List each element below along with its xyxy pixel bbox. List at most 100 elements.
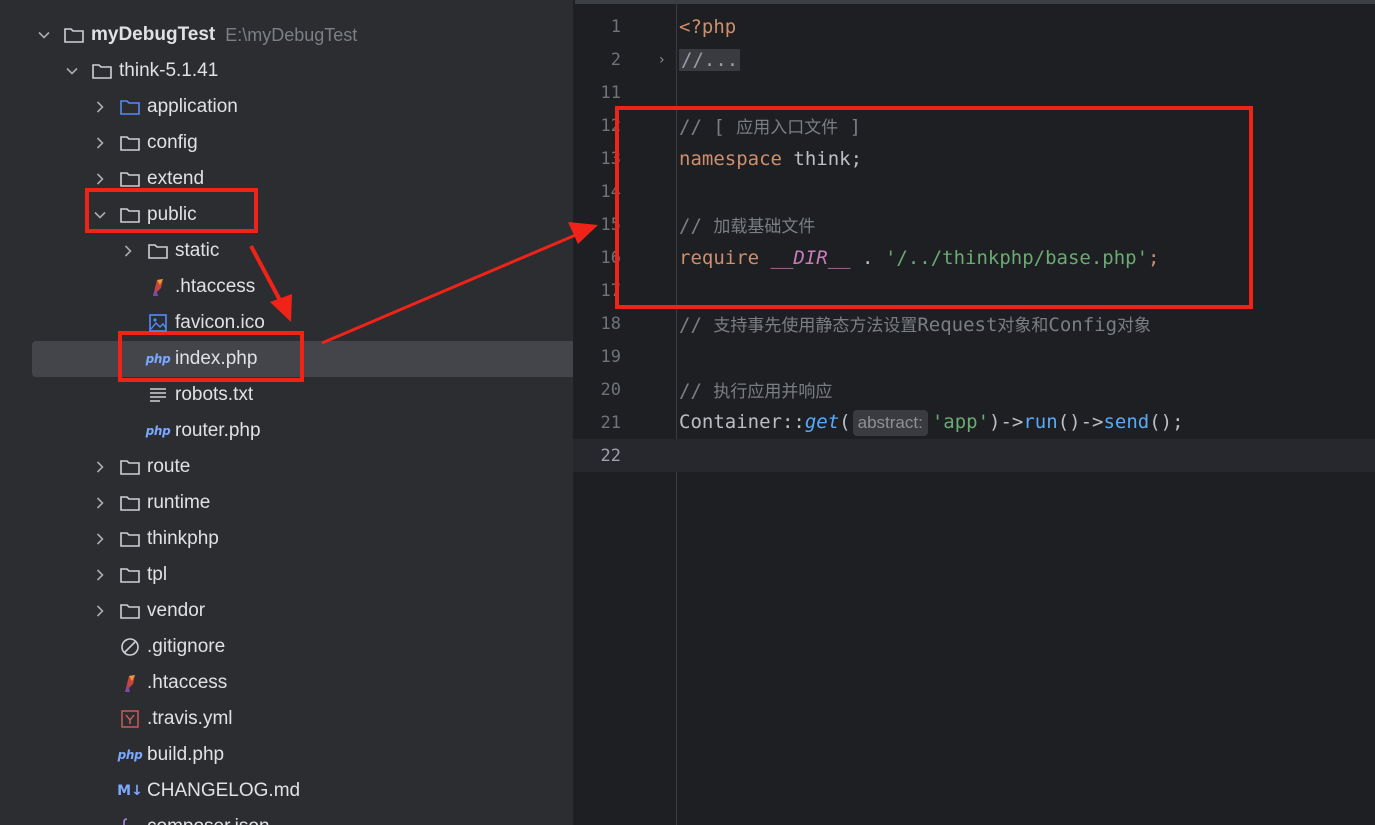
tree-item-runtime[interactable]: runtime bbox=[0, 485, 573, 521]
tree-item-router-php[interactable]: php router.php bbox=[0, 413, 573, 449]
php-file-icon: php bbox=[145, 352, 171, 366]
tree-item-label: robots.txt bbox=[175, 384, 254, 405]
chevron-right-icon[interactable] bbox=[90, 485, 110, 521]
ignore-file-icon bbox=[118, 635, 142, 659]
code-text: Container::get(abstract:'app')->run()->s… bbox=[679, 409, 1184, 436]
code-text: // 执行应用并响应 bbox=[679, 380, 833, 402]
php-file-icon: php bbox=[145, 424, 171, 438]
tree-item-composer[interactable]: composer.json bbox=[0, 809, 573, 825]
tree-item-label: route bbox=[147, 456, 191, 477]
chevron-right-icon[interactable] bbox=[90, 161, 110, 197]
code-text: <?php bbox=[679, 15, 737, 38]
code-line[interactable]: 1 <?php bbox=[573, 10, 1375, 43]
tree-item-static[interactable]: static bbox=[0, 233, 573, 269]
tree-item-tpl[interactable]: tpl bbox=[0, 557, 573, 593]
project-tree: myDebugTest E:\myDebugTest think-5.1.41 … bbox=[0, 0, 573, 825]
line-number: 12 bbox=[600, 115, 621, 136]
tree-item-label: build.php bbox=[147, 744, 225, 765]
chevron-right-icon[interactable] bbox=[90, 449, 110, 485]
line-number: 22 bbox=[600, 445, 621, 466]
tree-item-application[interactable]: application bbox=[0, 89, 573, 125]
tree-root-item[interactable]: myDebugTest E:\myDebugTest bbox=[0, 17, 573, 53]
fold-expand-icon[interactable]: › bbox=[659, 52, 665, 68]
folder-icon bbox=[118, 131, 142, 155]
tree-item-travis[interactable]: .travis.yml bbox=[0, 701, 573, 737]
tree-item-vendor[interactable]: vendor bbox=[0, 593, 573, 629]
folder-icon bbox=[146, 239, 170, 263]
tree-item-thinkphp[interactable]: thinkphp bbox=[0, 521, 573, 557]
json-file-icon bbox=[118, 815, 142, 825]
folder-icon bbox=[118, 599, 142, 623]
line-number: 15 bbox=[600, 214, 621, 235]
code-line[interactable]: 2 › //... bbox=[573, 43, 1375, 76]
tree-item-htaccess-root[interactable]: .htaccess bbox=[0, 665, 573, 701]
folder-icon bbox=[90, 59, 114, 83]
folded-region: //... bbox=[679, 48, 741, 71]
tree-item-label: CHANGELOG.md bbox=[147, 780, 301, 801]
tree-item-gitignore[interactable]: .gitignore bbox=[0, 629, 573, 665]
chevron-right-icon[interactable] bbox=[90, 557, 110, 593]
tree-item-build-php[interactable]: php build.php bbox=[0, 737, 573, 773]
chevron-right-icon[interactable] bbox=[90, 593, 110, 629]
folder-icon bbox=[118, 203, 142, 227]
chevron-right-icon[interactable] bbox=[90, 521, 110, 557]
code-line[interactable]: 21 Container::get(abstract:'app')->run()… bbox=[573, 406, 1375, 439]
chevron-right-icon[interactable] bbox=[90, 89, 110, 125]
code-line[interactable]: 19 bbox=[573, 340, 1375, 373]
image-file-icon bbox=[146, 311, 170, 335]
code-line[interactable]: 20 // 执行应用并响应 bbox=[573, 373, 1375, 406]
folder-icon bbox=[118, 167, 142, 191]
folder-icon bbox=[118, 491, 142, 515]
tree-item-label: composer.json bbox=[147, 816, 270, 825]
tree-item-label: static bbox=[175, 240, 220, 261]
folder-icon bbox=[62, 23, 86, 47]
line-number: 13 bbox=[600, 148, 621, 169]
code-text: // 支持事先使用静态方法设置Request对象和Config对象 bbox=[679, 314, 1152, 336]
tree-item-changelog[interactable]: M↓ CHANGELOG.md bbox=[0, 773, 573, 809]
line-number: 20 bbox=[600, 379, 621, 400]
code-line[interactable]: 11 bbox=[573, 76, 1375, 109]
highlight-box-code bbox=[615, 106, 1253, 309]
chevron-down-icon[interactable] bbox=[62, 53, 82, 89]
tree-item-label: public bbox=[147, 204, 197, 225]
tree-item-label: thinkphp bbox=[147, 528, 219, 549]
tree-item-htaccess-public[interactable]: .htaccess bbox=[0, 269, 573, 305]
chevron-right-icon[interactable] bbox=[90, 125, 110, 161]
line-number: 11 bbox=[600, 82, 621, 103]
folder-icon bbox=[118, 455, 142, 479]
folder-icon bbox=[118, 563, 142, 587]
line-number: 2 bbox=[610, 49, 621, 70]
tree-item-label: .htaccess bbox=[175, 276, 256, 297]
chevron-right-icon[interactable] bbox=[118, 233, 138, 269]
tree-item-label: .htaccess bbox=[147, 672, 228, 693]
tree-item-label: extend bbox=[147, 168, 205, 189]
code-line[interactable]: 18 // 支持事先使用静态方法设置Request对象和Config对象 bbox=[573, 307, 1375, 340]
folder-icon bbox=[118, 527, 142, 551]
line-number: 16 bbox=[600, 247, 621, 268]
code-line-current[interactable]: 22 bbox=[573, 439, 1375, 472]
tree-item-label: think-5.1.41 bbox=[119, 60, 219, 81]
line-number: 14 bbox=[600, 181, 621, 202]
tree-item-robots[interactable]: robots.txt bbox=[0, 377, 573, 413]
line-number: 18 bbox=[600, 313, 621, 334]
php-file-icon: php bbox=[117, 748, 143, 762]
tree-item-think[interactable]: think-5.1.41 bbox=[0, 53, 573, 89]
editor-tab-strip bbox=[575, 0, 1375, 4]
line-number: 21 bbox=[600, 412, 621, 433]
tree-item-label: index.php bbox=[175, 348, 258, 369]
tree-item-config[interactable]: config bbox=[0, 125, 573, 161]
tree-item-label: vendor bbox=[147, 600, 206, 621]
parameter-hint: abstract: bbox=[852, 409, 928, 436]
apache-feather-icon bbox=[118, 671, 142, 695]
line-number: 1 bbox=[610, 16, 621, 37]
line-number: 19 bbox=[600, 346, 621, 367]
code-text: //... bbox=[679, 48, 741, 71]
source-folder-icon bbox=[118, 95, 142, 119]
line-number: 17 bbox=[600, 280, 621, 301]
tree-item-route[interactable]: route bbox=[0, 449, 573, 485]
apache-feather-icon bbox=[146, 275, 170, 299]
root-path: E:\myDebugTest bbox=[225, 24, 358, 45]
tree-item-label: .gitignore bbox=[147, 636, 226, 657]
chevron-down-icon[interactable] bbox=[90, 197, 110, 233]
chevron-down-icon[interactable] bbox=[34, 17, 54, 53]
